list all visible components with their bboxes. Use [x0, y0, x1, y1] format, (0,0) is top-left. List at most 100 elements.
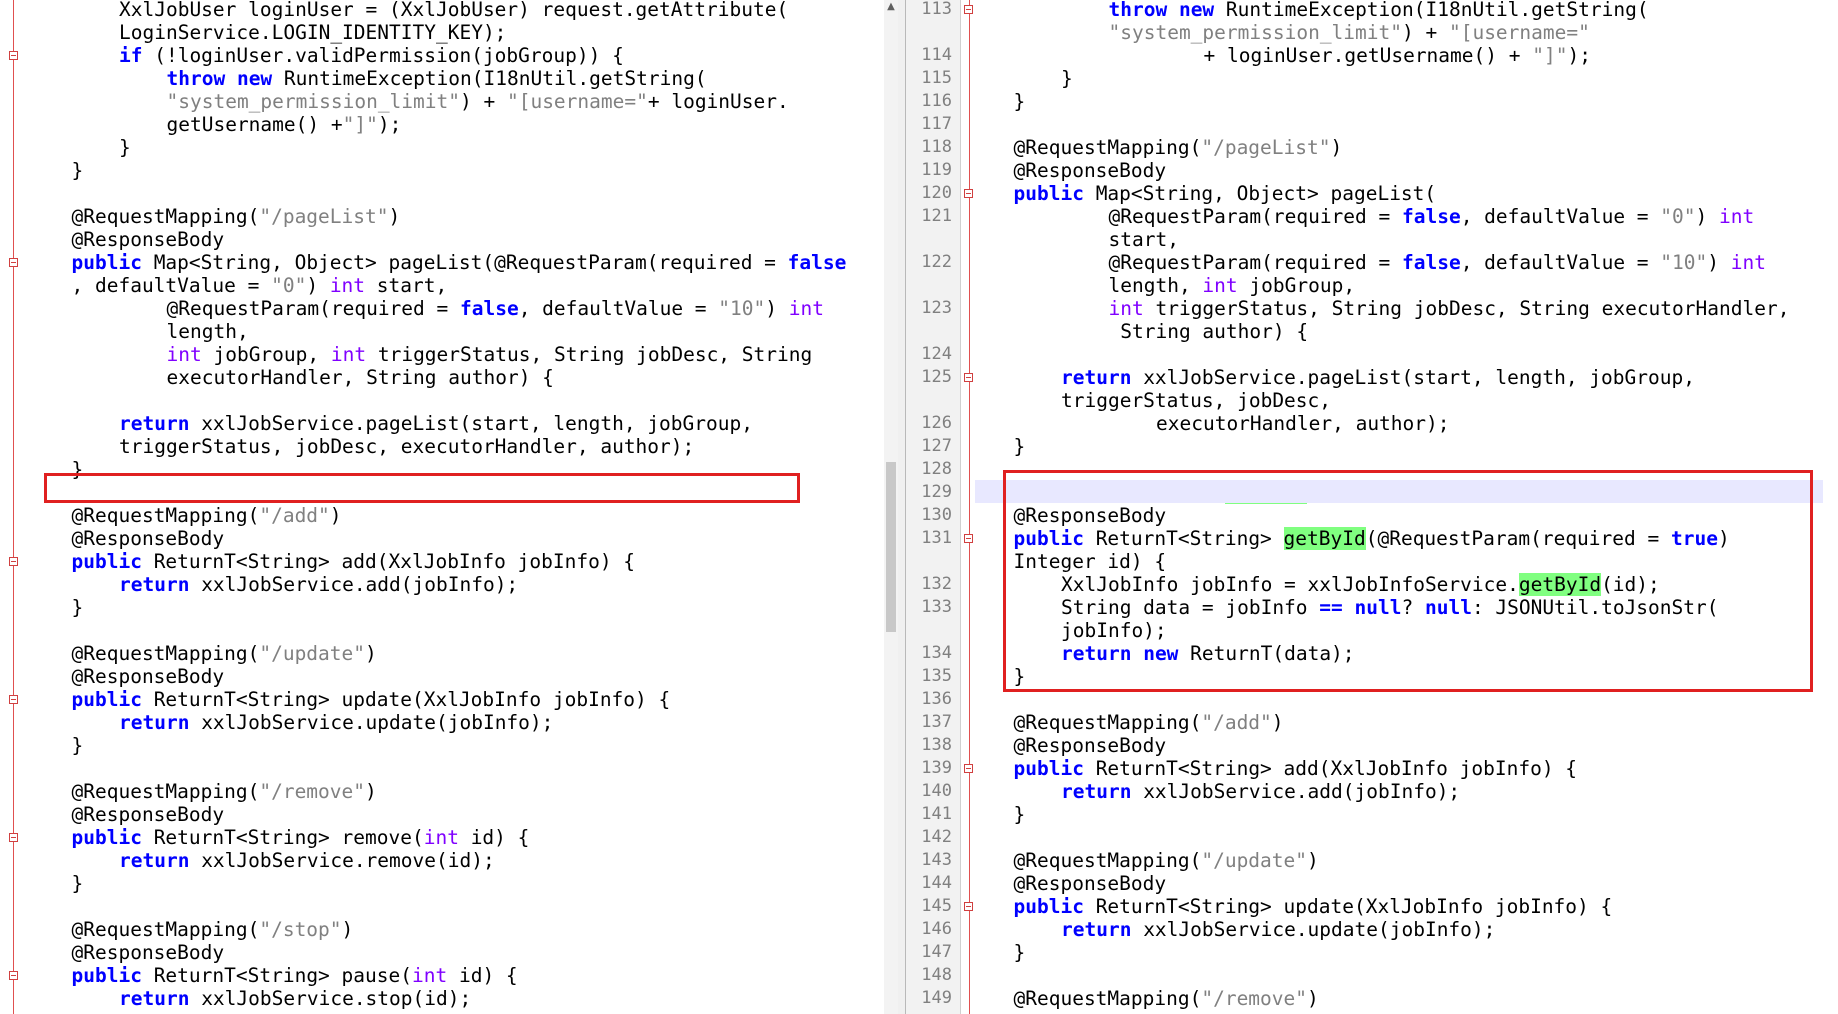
code-line[interactable]: @RequestMapping("/add") — [72, 504, 342, 527]
code-line[interactable]: throw new RuntimeException(I18nUtil.getS… — [1109, 0, 1649, 21]
fold-minus-icon[interactable] — [964, 764, 973, 773]
code-line[interactable]: @ResponseBody — [72, 665, 225, 688]
fold-minus-icon[interactable] — [9, 833, 18, 842]
fold-minus-icon[interactable] — [964, 902, 973, 911]
code-line[interactable]: return xxlJobService.update(jobInfo); — [119, 711, 553, 734]
code-token-kw: public — [1013, 182, 1084, 205]
code-line[interactable]: public ReturnT<String> add(XxlJobInfo jo… — [1014, 757, 1578, 780]
fold-minus-icon[interactable] — [9, 258, 18, 267]
code-line[interactable]: return xxlJobService.add(jobInfo); — [119, 573, 518, 596]
code-line[interactable]: public ReturnT<String> update(XxlJobInfo… — [72, 688, 671, 711]
code-line[interactable]: } — [1014, 90, 1026, 113]
code-line[interactable]: } — [1014, 435, 1026, 458]
code-line[interactable]: length, — [167, 320, 249, 343]
code-line[interactable]: return xxlJobService.stop(id); — [119, 987, 471, 1010]
code-line[interactable]: if (!loginUser.validPermission(jobGroup)… — [119, 44, 624, 67]
code-line[interactable]: getUsername() +"]"); — [167, 113, 402, 136]
code-token-str: "/update" — [259, 642, 366, 665]
code-line[interactable]: public ReturnT<String> update(XxlJobInfo… — [1014, 895, 1613, 918]
fold-minus-icon[interactable] — [964, 5, 973, 14]
code-line[interactable]: return xxlJobService.add(jobInfo); — [1061, 780, 1460, 803]
code-token-type: int — [1719, 205, 1755, 228]
code-line[interactable]: @RequestMapping("/add") — [1014, 711, 1284, 734]
code-line[interactable]: triggerStatus, jobDesc, — [1061, 389, 1331, 412]
code-token-type: int — [1730, 251, 1766, 274]
code-line[interactable]: @ResponseBody — [72, 527, 225, 550]
code-line[interactable]: @RequestMapping("/stop") — [72, 918, 354, 941]
fold-minus-icon[interactable] — [964, 373, 973, 382]
code-line[interactable]: @RequestMapping("/update") — [72, 642, 377, 665]
code-line[interactable]: LoginService.LOGIN_IDENTITY_KEY); — [119, 21, 506, 44]
code-line[interactable]: public ReturnT<String> pause(int id) { — [72, 964, 518, 987]
code-token: ) — [1707, 251, 1731, 274]
code-line[interactable]: length, int jobGroup, — [1109, 274, 1356, 297]
code-token: ReturnT<String> add(XxlJobInfo jobInfo) … — [141, 550, 636, 573]
scroll-up-arrow-icon[interactable]: ▲ — [886, 2, 896, 12]
code-line[interactable]: @ResponseBody — [72, 228, 225, 251]
fold-minus-icon[interactable] — [9, 557, 18, 566]
code-line[interactable]: triggerStatus, jobDesc, executorHandler,… — [119, 435, 694, 458]
code-line[interactable]: @RequestMapping("/remove") — [72, 780, 377, 803]
left-vertical-scrollbar[interactable]: ▲ — [884, 0, 898, 1014]
code-line[interactable]: start, — [1109, 228, 1179, 251]
code-line[interactable]: @ResponseBody — [1014, 159, 1167, 182]
code-line[interactable]: public ReturnT<String> add(XxlJobInfo jo… — [72, 550, 636, 573]
code-line[interactable]: public Map<String, Object> pageList( — [1014, 182, 1437, 205]
code-token: RuntimeException(I18nUtil.getString( — [1214, 0, 1649, 21]
code-line[interactable]: @ResponseBody — [72, 803, 225, 826]
code-line[interactable]: @RequestParam(required = false, defaultV… — [1109, 205, 1755, 228]
code-token: @RequestMapping( — [71, 780, 260, 803]
fold-minus-icon[interactable] — [9, 695, 18, 704]
code-line[interactable]: @ResponseBody — [72, 941, 225, 964]
code-line[interactable]: @RequestMapping("/pageList") — [72, 205, 401, 228]
code-line[interactable]: , defaultValue = "0") int start, — [72, 274, 448, 297]
code-line[interactable]: return xxlJobService.update(jobInfo); — [1061, 918, 1495, 941]
fold-minus-icon[interactable] — [964, 534, 973, 543]
line-number: 119 — [921, 160, 952, 180]
code-token-kw: new — [1178, 0, 1215, 21]
scroll-thumb[interactable] — [886, 462, 896, 632]
code-token: ) — [1695, 205, 1720, 228]
code-line[interactable]: } — [119, 136, 131, 159]
code-line[interactable]: } — [72, 159, 84, 182]
code-line[interactable]: } — [72, 872, 84, 895]
code-line[interactable]: } — [1061, 67, 1073, 90]
code-line[interactable]: @RequestParam(required = false, defaultV… — [167, 297, 824, 320]
left-editor-pane[interactable]: XxlJobUser loginUser = (XxlJobUser) requ… — [0, 0, 884, 1014]
code-line[interactable]: } — [1014, 803, 1026, 826]
code-line[interactable]: } — [72, 596, 84, 619]
fold-minus-icon[interactable] — [9, 51, 18, 60]
code-line[interactable]: + loginUser.getUsername() + "]"); — [1204, 44, 1591, 67]
code-token-kw: return — [119, 412, 190, 435]
code-line[interactable]: @ResponseBody — [1014, 872, 1167, 895]
code-line[interactable]: throw new RuntimeException(I18nUtil.getS… — [167, 67, 707, 90]
code-line[interactable]: @RequestMapping("/update") — [1014, 849, 1319, 872]
code-line[interactable]: int jobGroup, int triggerStatus, String … — [167, 343, 813, 366]
line-number: 113 — [921, 0, 952, 19]
code-line[interactable]: String author) { — [1109, 320, 1308, 343]
code-line[interactable]: } — [1014, 941, 1026, 964]
fold-minus-icon[interactable] — [964, 189, 973, 198]
code-line[interactable]: return xxlJobService.pageList(start, len… — [1061, 366, 1695, 389]
code-line[interactable]: @RequestMapping("/pageList") — [1014, 136, 1343, 159]
code-token-kw: false — [1402, 205, 1461, 228]
code-token: } — [1013, 90, 1026, 113]
code-token: @RequestMapping( — [71, 918, 260, 941]
code-line[interactable]: XxlJobUser loginUser = (XxlJobUser) requ… — [119, 0, 788, 21]
fold-minus-icon[interactable] — [9, 971, 18, 980]
code-line[interactable]: @RequestParam(required = false, defaultV… — [1109, 251, 1766, 274]
code-line[interactable]: executorHandler, author); — [1156, 412, 1450, 435]
code-line[interactable]: "system_permission_limit") + "[username=… — [167, 90, 789, 113]
code-line[interactable]: } — [72, 734, 84, 757]
code-line[interactable]: public ReturnT<String> remove(int id) { — [72, 826, 530, 849]
code-token: triggerStatus, String jobDesc, String ex… — [1143, 297, 1790, 320]
code-line[interactable]: @RequestMapping("/remove") — [1014, 987, 1319, 1010]
code-line[interactable]: "system_permission_limit") + "[username=… — [1109, 21, 1590, 44]
line-number: 127 — [921, 436, 952, 456]
code-line[interactable]: public Map<String, Object> pageList(@Req… — [72, 251, 847, 274]
code-line[interactable]: executorHandler, String author) { — [167, 366, 554, 389]
code-line[interactable]: int triggerStatus, String jobDesc, Strin… — [1109, 297, 1790, 320]
code-line[interactable]: return xxlJobService.pageList(start, len… — [119, 412, 753, 435]
code-line[interactable]: return xxlJobService.remove(id); — [119, 849, 495, 872]
code-line[interactable]: @ResponseBody — [1014, 734, 1167, 757]
